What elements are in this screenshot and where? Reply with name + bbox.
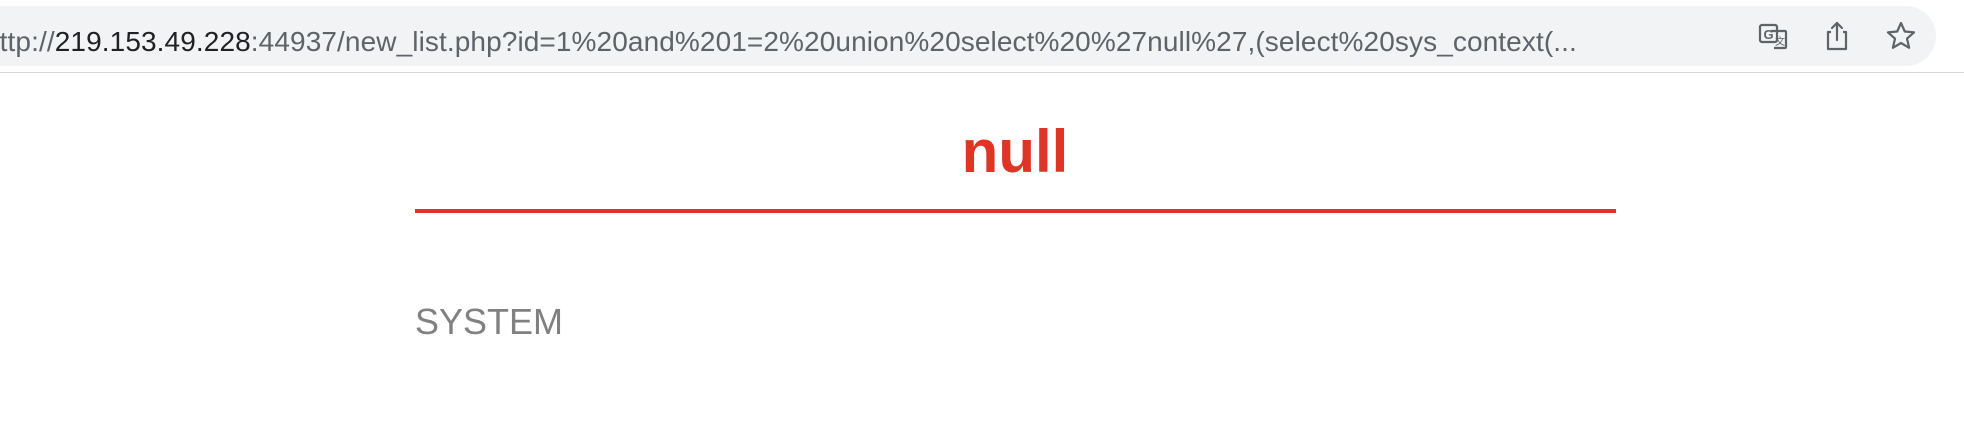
translate-icon[interactable]: G 文	[1755, 18, 1791, 54]
title-divider	[415, 209, 1616, 213]
url-scheme: http://	[0, 26, 55, 57]
svg-text:文: 文	[1775, 35, 1785, 48]
browser-toolbar: http://219.153.49.228:44937/new_list.php…	[0, 0, 1964, 73]
svg-text:G: G	[1763, 27, 1773, 42]
address-bar[interactable]: http://219.153.49.228:44937/new_list.php…	[0, 6, 1936, 66]
page-title: null	[961, 118, 1069, 185]
page-content: SYSTEM	[415, 301, 564, 342]
share-icon[interactable]	[1819, 18, 1855, 54]
bookmark-star-icon[interactable]	[1883, 18, 1919, 54]
url-text[interactable]: http://219.153.49.228:44937/new_list.php…	[0, 24, 1684, 60]
url-host: 219.153.49.228	[54, 26, 251, 57]
url-path: :44937/new_list.php?id=1%20and%201=2%20u…	[250, 26, 1577, 57]
